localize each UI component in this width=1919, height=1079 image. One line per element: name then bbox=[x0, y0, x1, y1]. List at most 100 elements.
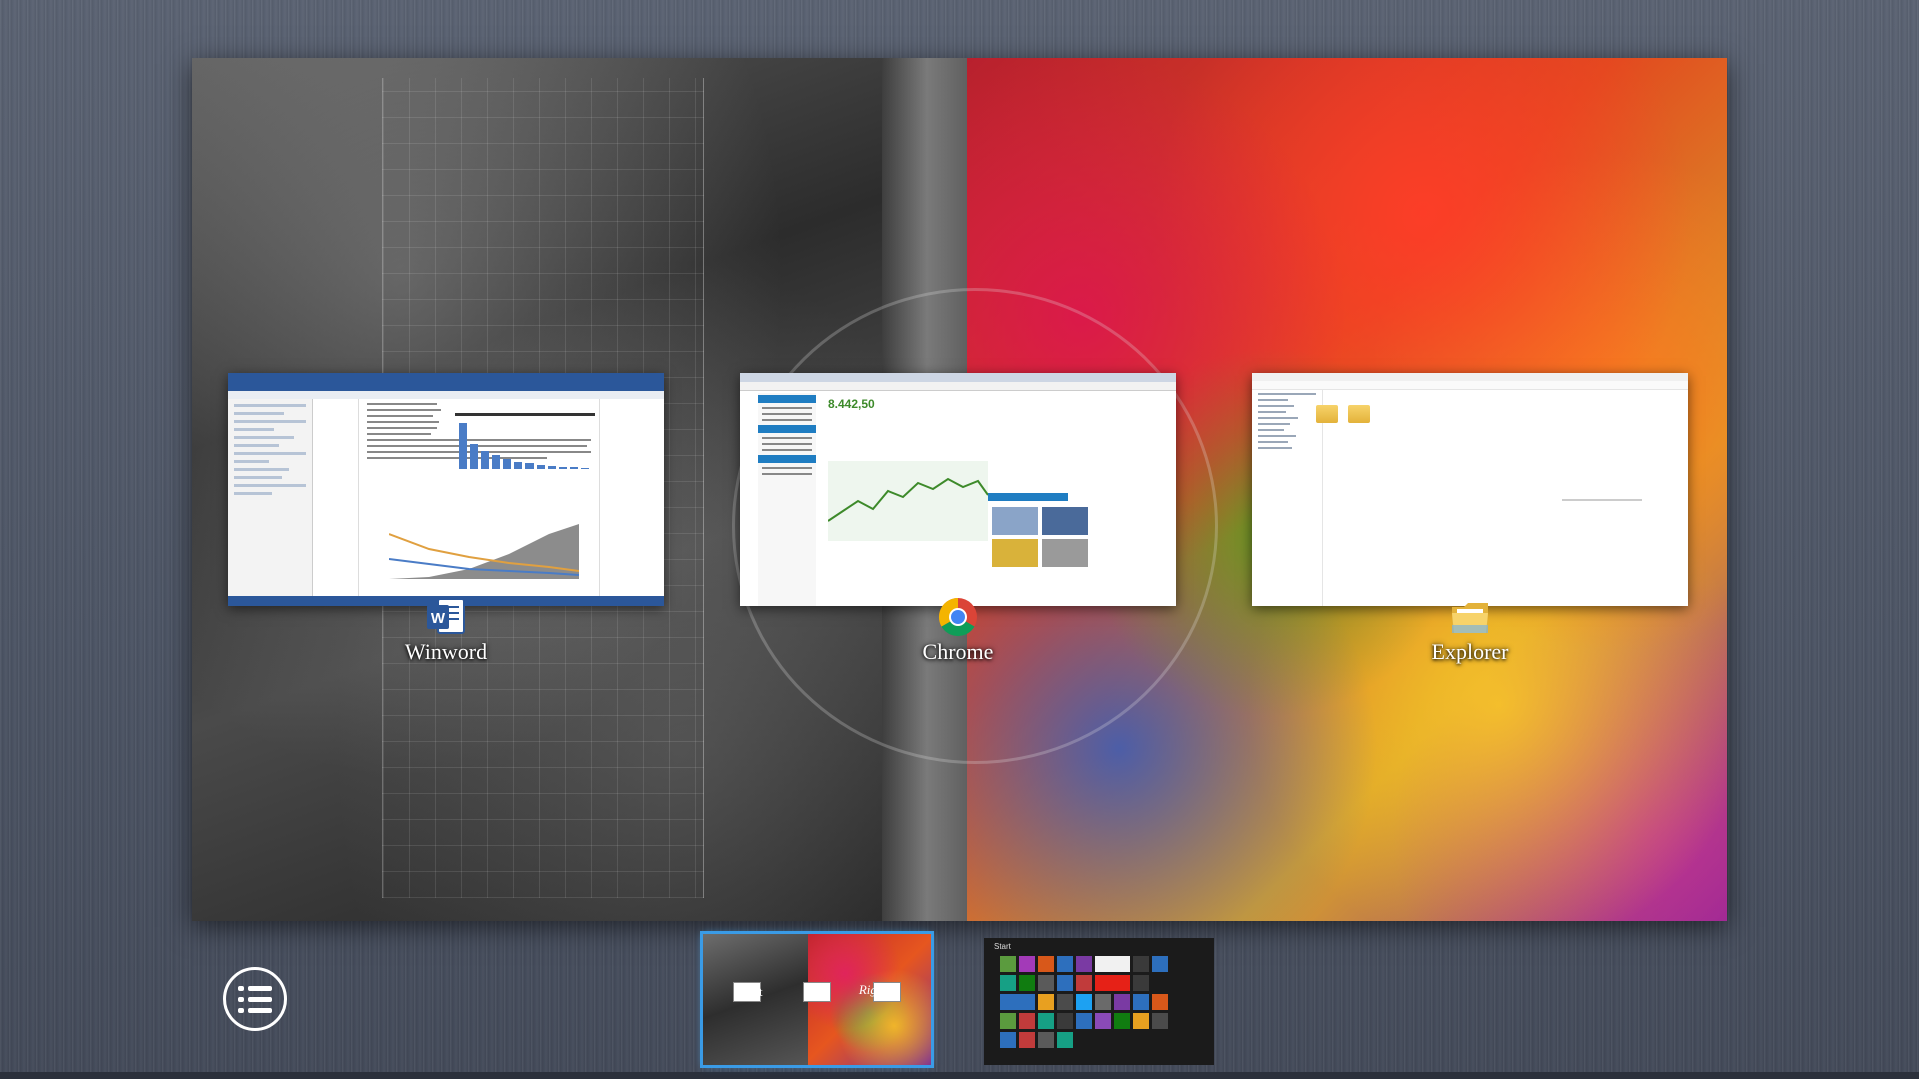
word-bar bbox=[558, 466, 567, 469]
start-tile bbox=[1000, 975, 1016, 991]
desktop-thumbnail-1[interactable]: Left Right bbox=[700, 931, 934, 1068]
word-bar bbox=[536, 464, 545, 469]
list-view-button[interactable] bbox=[223, 967, 287, 1031]
nav-line bbox=[1258, 399, 1288, 401]
word-bar bbox=[525, 463, 534, 469]
start-tile bbox=[1152, 994, 1168, 1010]
chrome-tile bbox=[992, 539, 1038, 567]
folder-icon bbox=[1316, 405, 1338, 423]
list-row bbox=[238, 1008, 272, 1013]
start-tile bbox=[1114, 1013, 1130, 1029]
start-tile bbox=[1038, 1013, 1054, 1029]
start-tile bbox=[1019, 1032, 1035, 1048]
word-bar bbox=[481, 450, 490, 469]
start-tile bbox=[1095, 1013, 1111, 1029]
nav-line bbox=[234, 404, 306, 407]
start-tile bbox=[1057, 975, 1073, 991]
start-tile bbox=[1057, 1032, 1073, 1048]
text-line bbox=[762, 449, 812, 451]
word-bar bbox=[459, 423, 468, 469]
bottom-strip bbox=[0, 1072, 1919, 1079]
nav-line bbox=[234, 428, 274, 431]
svg-text:W: W bbox=[431, 610, 446, 627]
thumb-right-caption: Right bbox=[858, 982, 887, 997]
word-navigation-pane bbox=[228, 399, 313, 596]
chrome-page-sidebar bbox=[758, 393, 816, 606]
nav-line bbox=[234, 452, 306, 455]
start-screen-thumbnail[interactable]: Start bbox=[984, 938, 1214, 1065]
list-dot bbox=[238, 986, 244, 991]
nav-line bbox=[1258, 405, 1294, 407]
start-tile bbox=[1057, 1013, 1073, 1029]
stock-chart-line bbox=[827, 477, 989, 522]
nav-line bbox=[1258, 435, 1296, 437]
folder-icon bbox=[1452, 603, 1488, 633]
word-document-page bbox=[358, 399, 600, 596]
text-line bbox=[762, 473, 812, 475]
window-card-explorer[interactable]: Explorer bbox=[1252, 373, 1688, 664]
nav-line bbox=[1258, 393, 1316, 395]
text-line bbox=[762, 443, 812, 445]
sidebar-heading bbox=[758, 425, 816, 433]
word-bar bbox=[569, 467, 578, 469]
chrome-tile bbox=[1042, 507, 1088, 535]
list-line bbox=[248, 997, 272, 1002]
list-line bbox=[248, 1008, 272, 1013]
chrome-tile bbox=[1042, 539, 1088, 567]
chrome-section-header bbox=[988, 493, 1068, 501]
start-tile bbox=[1019, 956, 1035, 972]
thumb-window bbox=[803, 982, 831, 1002]
start-tile bbox=[1038, 956, 1054, 972]
nav-line bbox=[234, 412, 284, 415]
text-line bbox=[762, 467, 812, 469]
start-tile bbox=[1133, 956, 1149, 972]
sidebar-heading bbox=[758, 455, 816, 463]
nav-line bbox=[1258, 441, 1288, 443]
word-bar bbox=[547, 465, 556, 469]
word-bar bbox=[514, 461, 523, 469]
start-tile bbox=[1038, 994, 1054, 1010]
nav-line bbox=[1258, 429, 1284, 431]
start-tile bbox=[1019, 1013, 1035, 1029]
start-tile bbox=[1000, 956, 1016, 972]
text-line bbox=[762, 419, 812, 421]
nav-line bbox=[234, 420, 306, 423]
thumb-left-caption: Left bbox=[741, 984, 763, 999]
start-tile bbox=[1000, 1032, 1016, 1048]
chrome-index-value: 8.442,50 bbox=[828, 397, 875, 411]
start-tile bbox=[1095, 975, 1130, 991]
start-tile bbox=[1057, 956, 1073, 972]
word-bar bbox=[580, 467, 589, 469]
text-line bbox=[762, 407, 812, 409]
nav-line bbox=[234, 460, 269, 463]
nav-line bbox=[234, 484, 306, 487]
desktop-preview: W Winword 8.442,50 Chrome Explorer bbox=[192, 58, 1727, 921]
start-tile bbox=[1000, 1013, 1016, 1029]
word-ribbon bbox=[228, 373, 664, 391]
start-tile bbox=[1133, 1013, 1149, 1029]
nav-line bbox=[1258, 417, 1298, 419]
nav-line bbox=[1258, 423, 1290, 425]
sidebar-heading bbox=[758, 395, 816, 403]
word-icon: W bbox=[427, 598, 465, 634]
text-line bbox=[367, 433, 431, 435]
window-card-winword[interactable]: W Winword bbox=[228, 373, 664, 664]
start-tile bbox=[1133, 975, 1149, 991]
start-tile bbox=[1038, 975, 1054, 991]
nav-line bbox=[1258, 447, 1292, 449]
explorer-thumbnail[interactable] bbox=[1252, 373, 1688, 606]
word-area-chart bbox=[389, 524, 579, 579]
nav-line bbox=[1258, 411, 1286, 413]
explorer-empty-text bbox=[1562, 499, 1642, 501]
window-card-chrome[interactable]: 8.442,50 Chrome bbox=[740, 373, 1176, 664]
start-tile bbox=[1019, 975, 1035, 991]
start-tile bbox=[1114, 994, 1130, 1010]
winword-thumbnail[interactable] bbox=[228, 373, 664, 606]
nav-line bbox=[234, 476, 282, 479]
window-label-explorer: Explorer bbox=[1431, 639, 1509, 664]
start-tile bbox=[1152, 1013, 1168, 1029]
list-dot bbox=[238, 997, 244, 1002]
chrome-thumbnail[interactable]: 8.442,50 bbox=[740, 373, 1176, 606]
word-bar bbox=[503, 458, 512, 469]
start-tile bbox=[1000, 994, 1035, 1010]
